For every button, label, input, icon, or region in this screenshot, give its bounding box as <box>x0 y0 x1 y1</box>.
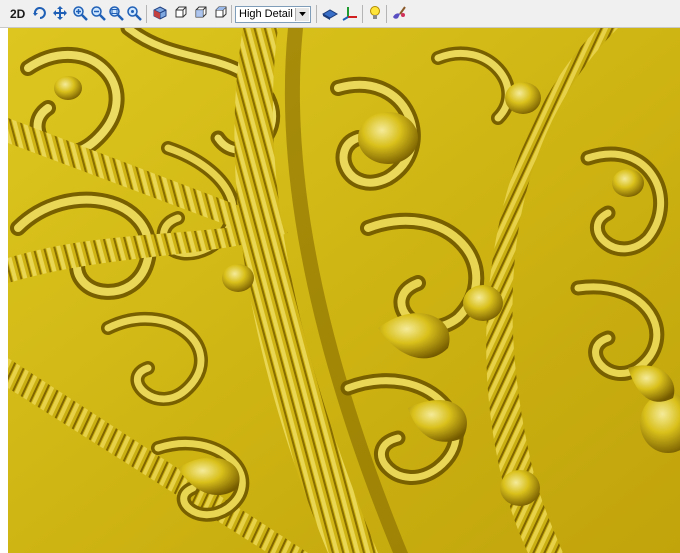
rotate-view-icon[interactable] <box>32 5 48 21</box>
relief-render <box>8 28 680 553</box>
zoom-extents-icon[interactable] <box>126 5 142 21</box>
axis-icon[interactable] <box>342 5 358 21</box>
toolbar-separator <box>231 5 232 23</box>
top-view-icon[interactable] <box>212 5 228 21</box>
zoom-in-icon[interactable] <box>72 5 88 21</box>
detail-level-value: High Detail <box>239 8 293 20</box>
zoom-out-icon[interactable] <box>90 5 106 21</box>
relief-3d-viewport[interactable] <box>8 28 680 553</box>
material-brush-icon[interactable] <box>391 5 407 21</box>
light-bulb-icon[interactable] <box>367 5 383 21</box>
front-view-icon[interactable] <box>172 5 188 21</box>
iso-view-icon[interactable] <box>152 5 168 21</box>
viewport-frame <box>0 28 680 553</box>
chevron-down-icon[interactable] <box>295 8 309 21</box>
view-toolbar: 2D High Detail <box>0 0 680 28</box>
pan-view-icon[interactable] <box>52 5 68 21</box>
toolbar-separator <box>362 5 363 23</box>
zoom-window-icon[interactable] <box>108 5 124 21</box>
render-mode-icon[interactable] <box>322 5 338 21</box>
view-mode-2d-button[interactable]: 2D <box>10 7 25 21</box>
side-view-icon[interactable] <box>192 5 208 21</box>
toolbar-separator <box>316 5 317 23</box>
toolbar-separator <box>146 5 147 23</box>
detail-level-select[interactable]: High Detail <box>235 6 311 23</box>
toolbar-separator <box>386 5 387 23</box>
